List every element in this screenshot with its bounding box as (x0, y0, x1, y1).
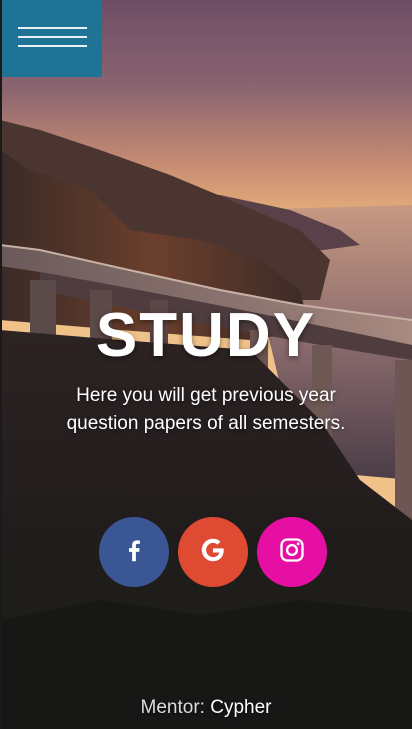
hero-overlay: STUDY Here you will get previous year qu… (0, 0, 412, 729)
hero-title: STUDY (95, 301, 317, 370)
page: STUDY Here you will get previous year qu… (0, 0, 412, 729)
facebook-button[interactable] (99, 517, 169, 587)
mentor-label: Mentor: (140, 697, 205, 718)
mentor-footer: Mentor: Cypher (0, 697, 412, 719)
google-button[interactable] (178, 517, 248, 587)
mentor-name: Cypher (210, 697, 272, 718)
hero-subtitle-line1: Here you will get previous year (76, 385, 336, 406)
google-icon (199, 536, 227, 569)
instagram-icon (278, 536, 306, 569)
hero-subtitle-line2: question papers of all semesters. (66, 413, 346, 434)
facebook-icon (119, 535, 149, 570)
hero-subtitle: Here you will get previous year question… (40, 382, 372, 438)
instagram-button[interactable] (257, 517, 327, 587)
